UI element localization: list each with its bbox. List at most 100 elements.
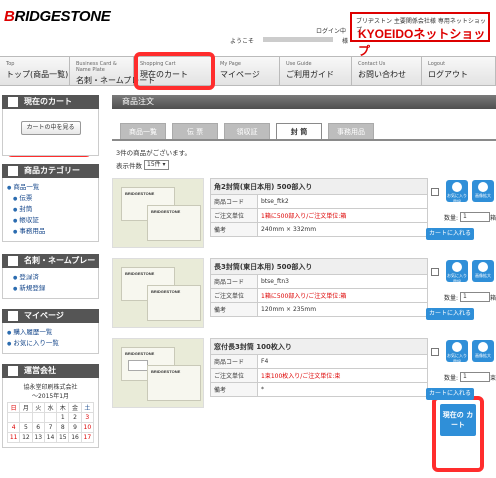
product-field-row: 商品コード btse_ftk2 (210, 194, 428, 209)
display-count-select[interactable]: 15件 ▾ (144, 160, 169, 170)
quantity-input[interactable]: 1 (460, 212, 490, 222)
welcome-suffix: 様 (341, 38, 348, 45)
product-field-value: 1束100枚入り/ご注文単位:束 (257, 368, 428, 383)
nav-item-3[interactable]: My Page マイページ (214, 57, 280, 85)
product-field-value: F4 (257, 354, 428, 369)
heart-icon (452, 342, 462, 352)
quantity-input[interactable]: 1 (460, 292, 490, 302)
product-image[interactable]: BRIDGESTONE BRIDGESTONE (112, 258, 204, 328)
tab-1[interactable]: 伝 票 (172, 123, 218, 139)
floating-cart-button[interactable]: 現在の カート (440, 404, 476, 436)
envelope-logo: BRIDGESTONE (151, 369, 181, 374)
mypage-link[interactable]: お気に入り一覧 (7, 338, 94, 349)
envelope-back: BRIDGESTONE (147, 205, 201, 241)
nav-item-5[interactable]: Contact Us お問い合わせ (352, 57, 422, 85)
product-name[interactable]: 窓付長3封筒 100枚入り (210, 338, 428, 355)
tab-3[interactable]: 封 筒 (276, 123, 322, 139)
quantity-label: 数量: (444, 294, 459, 302)
product-list: BRIDGESTONE BRIDGESTONE 角2封筒(東日本用) 500部入り商… (112, 178, 496, 478)
bridgestone-logo[interactable]: BRIDGESTONE (4, 8, 111, 25)
product-field-row: ご注文単位 1束100枚入り/ご注文単位:束 (210, 368, 428, 383)
product-field-row: 備考 240mm × 332mm (210, 222, 428, 237)
zoom-image-button[interactable]: 画像拡大 (472, 180, 494, 202)
product-field-row: 備考 120mm × 235mm (210, 302, 428, 317)
mypage-list: 購入履歴一覧お気に入り一覧 (2, 323, 99, 354)
calendar-date: 14 (43, 432, 58, 443)
product-field-value: btse_ftk2 (257, 194, 428, 209)
add-to-cart-button[interactable]: カートに入れる (426, 388, 474, 400)
zoom-image-button[interactable]: 画像拡大 (472, 340, 494, 362)
calendar-date: 10 (80, 422, 95, 433)
product-field-label: 商品コード (210, 354, 258, 369)
welcome-line: ようこそ 様 (230, 36, 348, 45)
product-info-table: 角2封筒(東日本用) 500部入り 商品コード btse_ftk2 ご注文単位 1箱に5… (210, 178, 428, 237)
calendar-header: 日月火水木金土 (6, 402, 95, 413)
product-name[interactable]: 長3封筒(東日本用) 500部入り (210, 258, 428, 275)
calendar-date: 4 (6, 422, 21, 433)
category-tabs: 商品一覧伝 票領収証封 筒事務用品 (112, 119, 496, 141)
favorite-button[interactable]: お気に入り登録 (446, 340, 468, 364)
category-link[interactable]: 伝票 (7, 193, 94, 204)
nav-item-1[interactable]: Business Card & Name Plate 名刺・ネームプレート (70, 57, 156, 85)
product-field-value: * (257, 382, 428, 397)
product-field-label: ご注文単位 (210, 368, 258, 383)
calendar-date: 8 (56, 422, 70, 433)
category-link[interactable]: 事務用品 (7, 226, 94, 237)
magnifier-icon (478, 342, 488, 352)
zoom-label: 画像拡大 (475, 353, 491, 358)
category-link[interactable]: 商品一覧 (7, 182, 94, 193)
global-nav: Top トップ(商品一覧) Business Card & Name Plate 名刺… (0, 56, 496, 86)
calendar-date: 13 (31, 432, 45, 443)
shop-logo[interactable]: ブリヂストン 主要関係会社様 専用ネットショップ KYOEIDOネットショップ (350, 12, 490, 58)
mypage-link[interactable]: 購入履歴一覧 (7, 327, 94, 338)
favorite-label: お気に入り登録 (447, 193, 467, 204)
add-to-cart-button[interactable]: カートに入れる (426, 308, 474, 320)
quantity-input[interactable]: 1 (460, 372, 490, 382)
category-link[interactable]: 封筒 (7, 204, 94, 215)
nav-item-en: Use Guide (286, 61, 312, 67)
compare-checkbox[interactable] (431, 188, 439, 196)
nav-item-0[interactable]: Top トップ(商品一覧) (0, 57, 70, 85)
compare-checkbox[interactable] (431, 348, 439, 356)
favorite-button[interactable]: お気に入り登録 (446, 260, 468, 284)
compare-checkbox[interactable] (431, 268, 439, 276)
highlight-nav-cart (134, 52, 215, 90)
view-cart-button[interactable]: カートの中を見る (20, 121, 81, 135)
envelope-logo: BRIDGESTONE (151, 209, 181, 214)
calendar-day-name: 水 (43, 402, 58, 413)
add-to-cart-button[interactable]: カートに入れる (426, 228, 474, 240)
building-icon (8, 366, 18, 376)
envelope-back: BRIDGESTONE (147, 285, 201, 321)
product-field-row: 商品コード F4 (210, 354, 428, 369)
login-status: ログイン中 (316, 28, 347, 35)
favorite-button[interactable]: お気に入り登録 (446, 180, 468, 204)
magnifier-icon (478, 262, 488, 272)
main-content: 商品注文 商品一覧伝 票領収証封 筒事務用品 3件の商品がございます。 表示件数… (112, 95, 496, 478)
nav-item-4[interactable]: Use Guide ご利用ガイド (280, 57, 352, 85)
tab-0[interactable]: 商品一覧 (120, 123, 166, 139)
calendar-date: 11 (6, 432, 21, 443)
cart-icon (8, 97, 18, 107)
mypage-heading: マイページ (2, 309, 99, 323)
nav-item-label: 名刺・ネームプレート (76, 76, 156, 85)
category-link[interactable]: 帳収証 (7, 215, 94, 226)
namecard-heading: 名刺・ネームプレート (2, 254, 99, 279)
zoom-image-button[interactable]: 画像拡大 (472, 260, 494, 282)
calendar-date: 16 (68, 432, 82, 443)
calendar-date: 9 (68, 422, 82, 433)
namecard-link[interactable]: 登録済 (7, 272, 94, 283)
product-image[interactable]: BRIDGESTONE BRIDGESTONE (112, 178, 204, 248)
nav-item-6[interactable]: Logout ログアウト (422, 57, 496, 85)
calendar-month: ～2015年1月 (31, 393, 70, 400)
nav-item-en: Top (6, 61, 15, 67)
product-field-row: ご注文単位 1箱に500部入り/ご注文単位:箱 (210, 288, 428, 303)
welcome-text: ようこそ (230, 38, 255, 45)
tab-2[interactable]: 領収証 (224, 123, 270, 139)
display-count: 表示件数 15件 ▾ (116, 160, 496, 170)
product-name[interactable]: 角2封筒(東日本用) 500部入り (210, 178, 428, 195)
namecard-link[interactable]: 新規登録 (7, 283, 94, 294)
product-field-row: 商品コード btse_ftn3 (210, 274, 428, 289)
calendar-date: 17 (80, 432, 95, 443)
product-image[interactable]: BRIDGESTONE BRIDGESTONE (112, 338, 204, 408)
tab-4[interactable]: 事務用品 (328, 123, 374, 139)
